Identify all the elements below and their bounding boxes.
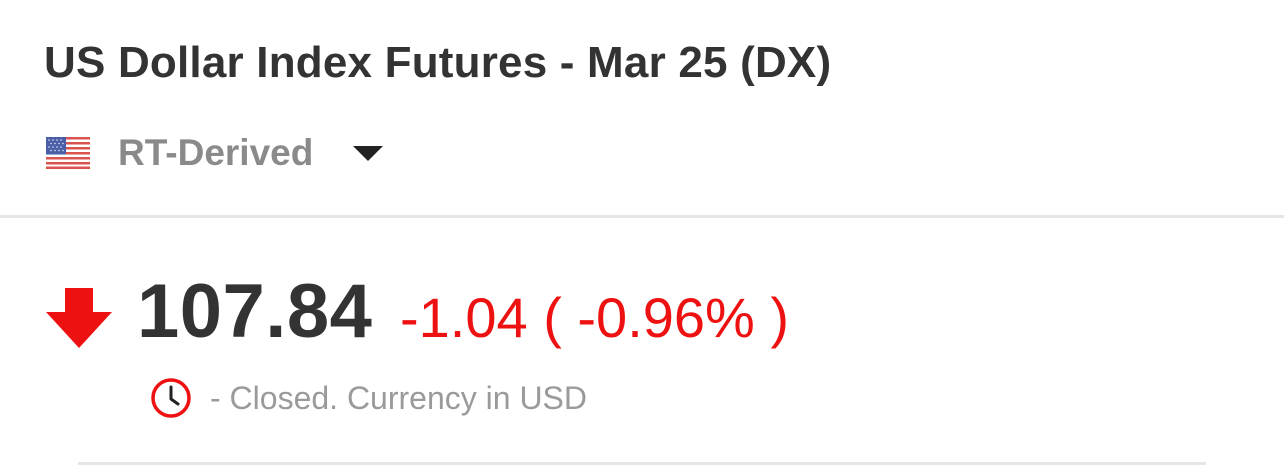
us-flag-icon (46, 137, 90, 169)
price-change: -1.04 ( -0.96% ) (400, 286, 790, 349)
last-price: 107.84 (137, 269, 373, 354)
section-divider (78, 462, 1206, 465)
data-source-label: RT-Derived (118, 132, 314, 173)
down-arrow-icon (46, 288, 112, 348)
clock-icon (151, 378, 191, 418)
caret-down-icon[interactable] (353, 145, 384, 161)
market-status: - Closed. Currency in USD (210, 380, 587, 416)
page-title: US Dollar Index Futures - Mar 25 (DX) (44, 38, 832, 87)
header-divider (0, 215, 1284, 218)
data-source-selector[interactable]: RT-Derived (46, 128, 384, 178)
